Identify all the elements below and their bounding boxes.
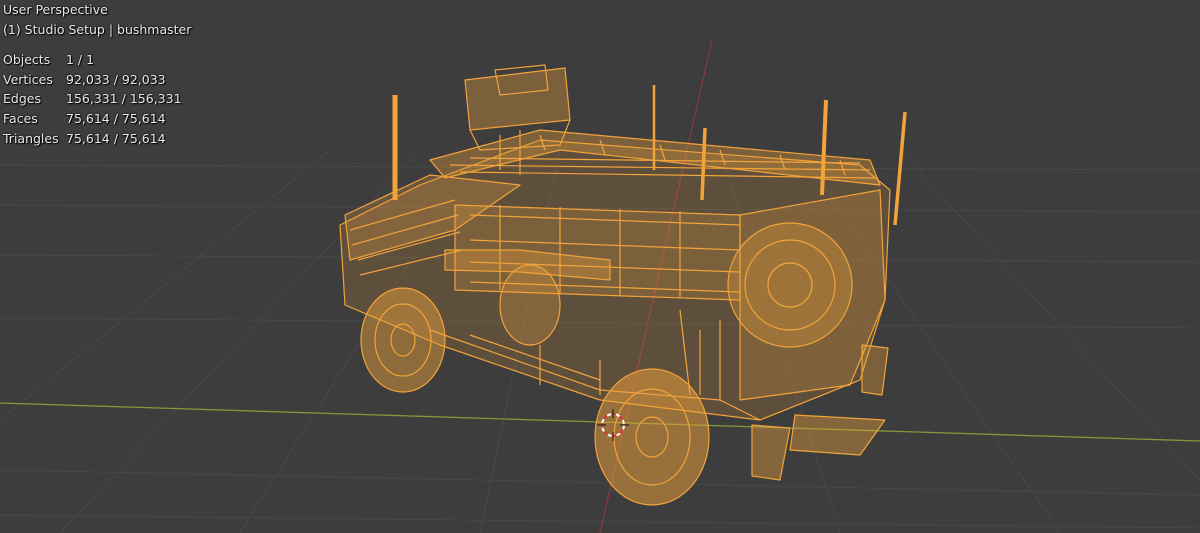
scene-statistics: Objects 1 / 1 Vertices 92,033 / 92,033 E…	[3, 50, 182, 149]
3d-viewport[interactable]: User Perspective (1) Studio Setup | bush…	[0, 0, 1200, 533]
stat-value: 92,033 / 92,033	[66, 71, 166, 87]
stat-value: 156,331 / 156,331	[66, 91, 182, 107]
stat-label: Faces	[3, 111, 38, 127]
stat-row-objects: Objects 1 / 1	[3, 50, 182, 70]
stat-value: 75,614 / 75,614	[66, 130, 166, 146]
stat-label: Vertices	[3, 71, 53, 87]
stat-label: Objects	[3, 52, 51, 67]
stat-label: Triangles	[3, 130, 59, 146]
view-name-label: User Perspective	[3, 2, 108, 17]
bushmaster-wireframe[interactable]	[339, 64, 907, 506]
viewport-info-overlay: User Perspective (1) Studio Setup | bush…	[3, 0, 191, 40]
stat-value: 75,614 / 75,614	[66, 111, 166, 127]
stat-row-faces: Faces 75,614 / 75,614	[3, 109, 182, 129]
stat-row-vertices: Vertices 92,033 / 92,033	[3, 70, 182, 90]
stat-label: Edges	[3, 91, 41, 107]
collection-object-label: (1) Studio Setup | bushmaster	[3, 22, 192, 37]
stat-row-triangles: Triangles 75,614 / 75,614	[3, 129, 182, 149]
stat-row-edges: Edges 156,331 / 156,331	[3, 89, 182, 109]
stat-value: 1 / 1	[66, 52, 95, 67]
